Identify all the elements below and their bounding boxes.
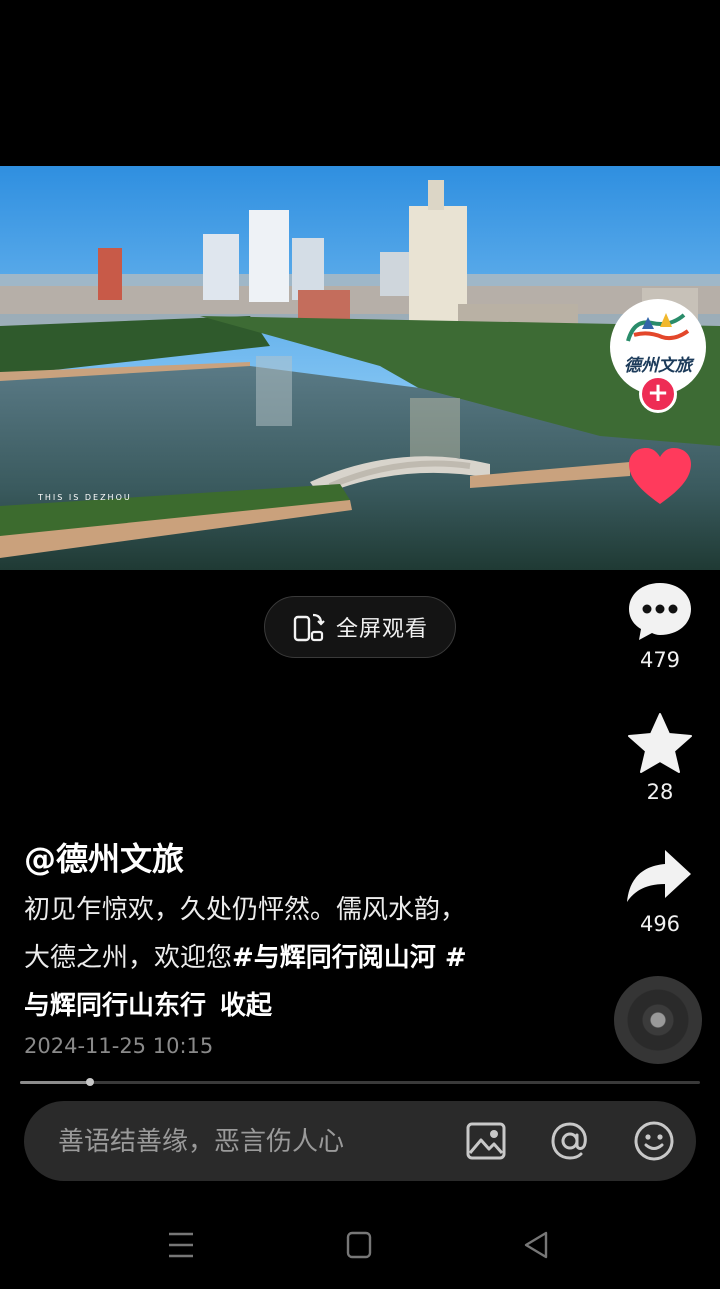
progress-knob[interactable] (86, 1078, 95, 1086)
caption-line-3: 与辉同行山东行 收起 (24, 982, 534, 1030)
comment-button[interactable]: 479 (612, 580, 708, 672)
avatar-logo-text: 德州文旅 (624, 356, 692, 376)
rotate-screen-icon (293, 613, 325, 642)
caption-line-2: 大德之州，欢迎您#与辉同行阅山河 # (24, 934, 534, 982)
home-key-icon[interactable] (339, 1228, 379, 1262)
favorite-button[interactable]: 28 (612, 712, 708, 804)
caption-line-1: 初见乍惊欢，久处仍怦然。儒风水韵， (24, 895, 467, 925)
caption-text: 大德之州，欢迎您 (24, 943, 233, 973)
follow-button[interactable]: + (639, 375, 677, 413)
comment-count: 479 (639, 648, 681, 672)
share-arrow-icon (627, 850, 691, 902)
emoji-icon[interactable] (632, 1119, 676, 1163)
star-icon (628, 713, 692, 773)
favorite-count: 28 (646, 780, 674, 804)
hashtag-link[interactable]: 与辉同行山东行 (24, 991, 206, 1021)
heart-icon (629, 448, 691, 504)
post-datetime: 2024-11-25 10:15 (24, 1034, 214, 1058)
share-button[interactable]: 496 (612, 846, 708, 936)
video-watermark: THIS IS DEZHOU (37, 493, 132, 502)
share-count: 496 (639, 912, 681, 936)
playback-progress-bar[interactable] (20, 1078, 700, 1086)
collapse-button[interactable]: 收起 (220, 991, 272, 1021)
like-button[interactable] (612, 446, 708, 512)
back-key-icon[interactable] (516, 1228, 556, 1262)
comment-input[interactable] (56, 1121, 460, 1163)
fullscreen-label: 全屏观看 (335, 617, 428, 642)
author-name[interactable]: @德州文旅 (24, 834, 184, 880)
fullscreen-button[interactable]: 全屏观看 (264, 596, 456, 658)
post-caption: 初见乍惊欢，久处仍怦然。儒风水韵， 大德之州，欢迎您#与辉同行阅山河 # 与辉同… (24, 886, 534, 1030)
author-avatar-group[interactable]: 德州文旅 + (610, 299, 706, 413)
brand-logo (626, 313, 690, 342)
comment-bubble-icon (629, 583, 691, 640)
progress-fill (20, 1081, 91, 1084)
menu-key-icon[interactable] (161, 1228, 201, 1262)
comment-bar (24, 1101, 696, 1181)
at-mention-icon[interactable] (548, 1119, 592, 1163)
hashtag-link[interactable]: #与辉同行阅山河 # (232, 943, 467, 973)
music-disc[interactable] (614, 976, 702, 1064)
image-icon[interactable] (464, 1119, 508, 1163)
